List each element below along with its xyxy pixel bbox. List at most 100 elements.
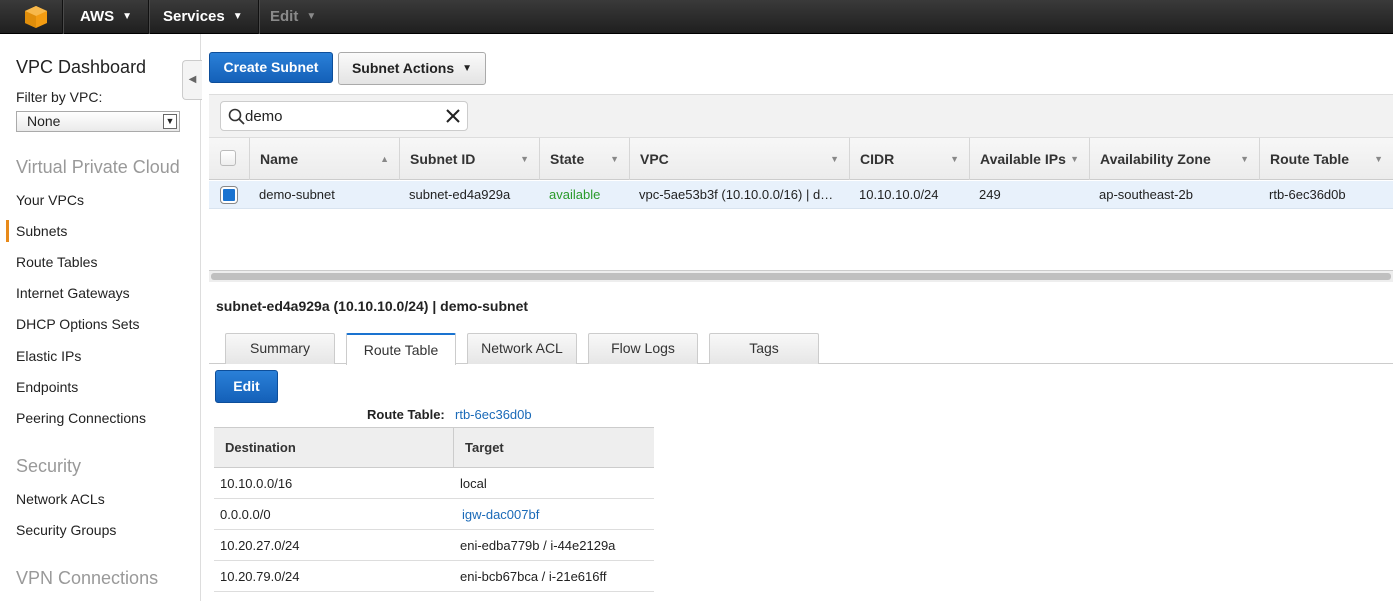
column-header-name-label: Name: [260, 151, 299, 167]
chevron-down-icon[interactable]: ▼: [1374, 138, 1383, 180]
vpc-filter-select[interactable]: None ▼: [16, 111, 180, 132]
table-row: 0.0.0.0/0 igw-dac007bf: [214, 499, 654, 530]
cell-target: eni-edba779b / i-44e2129a: [460, 538, 616, 553]
chevron-down-icon: ▼: [163, 114, 177, 129]
column-header-available-ips[interactable]: Available IPs ▼: [969, 138, 1089, 180]
cell-cidr: 10.10.10.0/24: [859, 187, 939, 202]
collapse-sidebar-button[interactable]: ◀: [182, 60, 202, 100]
select-all-checkbox[interactable]: [220, 150, 236, 166]
chevron-down-icon: ▼: [462, 63, 473, 74]
column-header-target: Target: [465, 440, 504, 455]
cell-available-ips: 249: [979, 187, 1001, 202]
chevron-down-icon[interactable]: ▼: [1070, 138, 1079, 180]
aws-cube-logo-icon[interactable]: [24, 5, 48, 29]
sidebar-item-internet-gateways[interactable]: Internet Gateways: [16, 285, 130, 301]
column-header-route-table-label: Route Table: [1270, 151, 1350, 167]
sidebar-item-network-acls[interactable]: Network ACLs: [16, 491, 105, 507]
column-header-availability-zone-label: Availability Zone: [1100, 151, 1211, 167]
chevron-left-icon: ◀: [188, 74, 197, 85]
column-header-availability-zone[interactable]: Availability Zone ▼: [1089, 138, 1259, 180]
table-row: 10.20.27.0/24 eni-edba779b / i-44e2129a: [214, 530, 654, 561]
subnet-actions-label: Subnet Actions: [351, 60, 455, 76]
sidebar-item-dhcp-options-sets[interactable]: DHCP Options Sets: [16, 316, 139, 332]
column-header-route-table[interactable]: Route Table ▼: [1259, 138, 1393, 180]
sidebar-title[interactable]: VPC Dashboard: [16, 57, 146, 78]
column-header-destination: Destination: [225, 440, 296, 455]
cell-availability-zone: ap-southeast-2b: [1099, 187, 1193, 202]
tab-network-acl[interactable]: Network ACL: [467, 333, 577, 364]
chevron-down-icon[interactable]: ▼: [950, 138, 959, 180]
sidebar-item-your-vpcs[interactable]: Your VPCs: [16, 192, 84, 208]
column-header-cidr[interactable]: CIDR ▼: [849, 138, 969, 180]
section-security: Security: [16, 456, 82, 476]
aws-menu-label: AWS: [80, 8, 115, 25]
chevron-down-icon[interactable]: ▼: [610, 138, 619, 180]
horizontal-scrollbar[interactable]: [209, 270, 1393, 282]
search-box: [220, 101, 468, 131]
chevron-down-icon[interactable]: ▼: [520, 138, 529, 180]
sidebar-item-endpoints[interactable]: Endpoints: [16, 379, 78, 395]
column-header-available-ips-label: Available IPs: [980, 151, 1066, 167]
sidebar-item-subnets[interactable]: Subnets: [16, 223, 67, 239]
search-input[interactable]: [245, 107, 435, 125]
sort-ascending-icon[interactable]: ▲: [380, 138, 389, 180]
row-checkbox[interactable]: [221, 187, 237, 203]
divider: [258, 0, 259, 34]
cell-destination: 10.20.27.0/24: [220, 538, 300, 553]
routes-table-header: Destination Target: [214, 427, 654, 468]
cell-vpc: vpc-5ae53b3f (10.10.0.0/16) | d…: [639, 187, 834, 202]
route-table-link[interactable]: rtb-6ec36d0b: [455, 407, 532, 422]
active-item-marker: [6, 220, 9, 242]
sidebar: VPC Dashboard Filter by VPC: None ▼ Virt…: [0, 34, 201, 601]
top-navigation-bar: AWS ▼ Services ▼ Edit ▼: [0, 0, 1393, 34]
chevron-down-icon[interactable]: ▼: [830, 138, 839, 180]
column-header-state-label: State: [550, 151, 585, 167]
edit-menu[interactable]: Edit ▼: [270, 8, 316, 25]
divider: [62, 0, 63, 34]
filter-by-vpc-label: Filter by VPC:: [16, 89, 103, 105]
chevron-down-icon[interactable]: ▼: [1240, 138, 1249, 180]
table-row: 10.10.0.0/16 local: [214, 468, 654, 499]
column-header-vpc[interactable]: VPC ▼: [629, 138, 849, 180]
column-header-cidr-label: CIDR: [860, 151, 895, 167]
chevron-down-icon: ▼: [232, 11, 243, 22]
tab-flow-logs[interactable]: Flow Logs: [588, 333, 698, 364]
filter-bar: [209, 94, 1393, 138]
column-divider: [453, 428, 454, 468]
sidebar-item-route-tables[interactable]: Route Tables: [16, 254, 97, 270]
services-menu-label: Services: [163, 8, 225, 25]
edit-route-table-button[interactable]: Edit: [215, 370, 278, 403]
cell-name: demo-subnet: [259, 187, 335, 202]
edit-menu-label: Edit: [270, 8, 299, 25]
table-row[interactable]: demo-subnet subnet-ed4a929a available vp…: [209, 181, 1393, 209]
tab-summary[interactable]: Summary: [225, 333, 335, 364]
section-vpn-connections: VPN Connections: [16, 568, 159, 588]
cell-destination: 10.10.0.0/16: [220, 476, 293, 491]
cell-destination: 10.20.79.0/24: [220, 569, 300, 584]
column-header-state[interactable]: State ▼: [539, 138, 629, 180]
tab-tags[interactable]: Tags: [709, 333, 819, 364]
sidebar-item-elastic-ips[interactable]: Elastic IPs: [16, 348, 81, 364]
scrollbar-thumb[interactable]: [211, 273, 1391, 280]
chevron-down-icon: ▼: [306, 11, 317, 22]
cell-state: available: [549, 187, 601, 202]
aws-menu[interactable]: AWS ▼: [80, 8, 132, 25]
services-menu[interactable]: Services ▼: [163, 8, 243, 25]
column-header-vpc-label: VPC: [640, 151, 669, 167]
column-header-subnet-id[interactable]: Subnet ID ▼: [399, 138, 539, 180]
divider: [148, 0, 149, 34]
create-subnet-button[interactable]: Create Subnet: [209, 52, 333, 83]
grid-header-row: Name ▲ Subnet ID ▼ State ▼ VPC ▼ CIDR ▼ Avail…: [209, 138, 1393, 180]
cell-subnet-id: subnet-ed4a929a: [409, 187, 511, 202]
sidebar-item-security-groups[interactable]: Security Groups: [16, 522, 116, 538]
sidebar-item-peering-connections[interactable]: Peering Connections: [16, 410, 146, 426]
cell-route-table: rtb-6ec36d0b: [1269, 187, 1346, 202]
column-header-name[interactable]: Name ▲: [249, 138, 399, 180]
cell-destination: 0.0.0.0/0: [220, 507, 271, 522]
cell-target-link[interactable]: igw-dac007bf: [462, 499, 539, 530]
tab-route-table[interactable]: Route Table: [346, 333, 456, 365]
detail-panel-title: subnet-ed4a929a (10.10.10.0/24) | demo-s…: [216, 298, 529, 314]
subnet-actions-button[interactable]: Subnet Actions ▼: [338, 52, 486, 85]
section-virtual-private-cloud: Virtual Private Cloud: [16, 157, 180, 177]
clear-search-icon[interactable]: [446, 109, 460, 123]
